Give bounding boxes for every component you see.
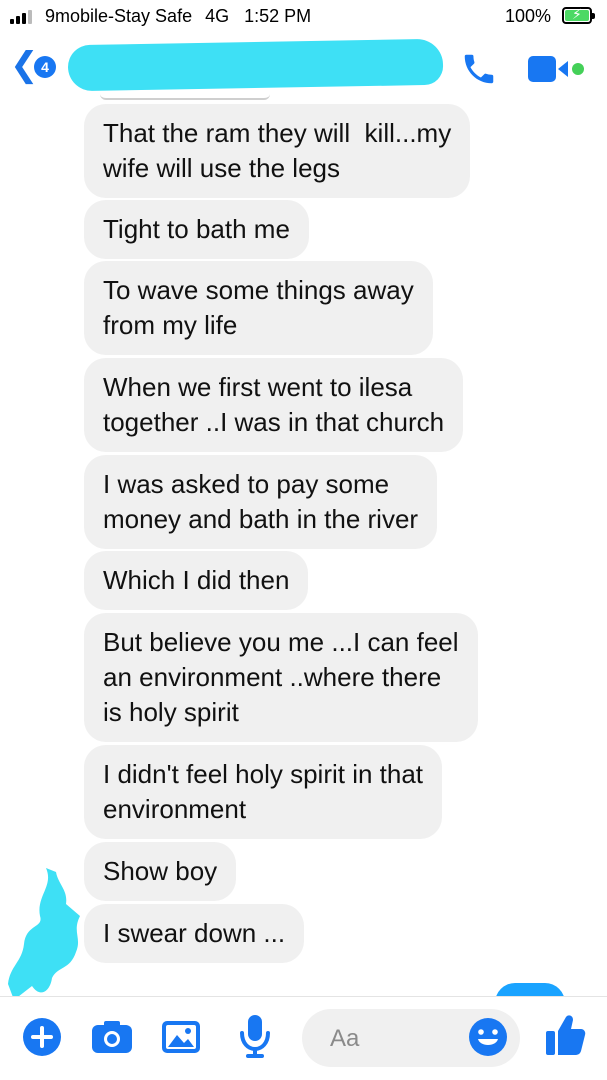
message-bubble[interactable]: When we first went to ilesa together ..I… <box>84 358 464 452</box>
message-bubble[interactable]: Tight to bath me <box>84 200 309 259</box>
message-bubble[interactable]: To wave some things away from my life <box>84 261 433 355</box>
microphone-icon[interactable] <box>238 1013 272 1059</box>
message-bubble[interactable]: That the ram they will kill...my wife wi… <box>84 104 471 198</box>
battery-percent: 100% <box>505 6 552 26</box>
photo-icon[interactable] <box>160 1019 202 1055</box>
message-bubble[interactable]: I swear down ... <box>84 904 305 963</box>
redacted-avatar <box>8 868 80 1000</box>
plus-icon[interactable] <box>22 1017 62 1057</box>
message-thread[interactable]: That the ram they will kill...my wife wi… <box>0 94 607 994</box>
signal-strength-icon <box>10 10 36 24</box>
message-composer: Aa <box>0 996 607 1080</box>
carrier-name: 9mobile-Stay Safe <box>45 6 193 26</box>
message-input-placeholder: Aa <box>330 1025 360 1052</box>
message-bubble[interactable]: I was asked to pay some money and bath i… <box>84 455 438 549</box>
message-bubble[interactable]: Which I did then <box>84 551 309 610</box>
emoji-icon[interactable] <box>468 1017 508 1057</box>
phone-call-icon[interactable] <box>460 50 498 88</box>
message-bubble[interactable]: But believe you me ...I can feel an envi… <box>84 613 478 742</box>
battery-charging-icon: ⚡ <box>562 7 595 24</box>
redacted-contact-name <box>67 38 444 92</box>
status-bar: 9mobile-Stay Safe 4G 1:52 PM 100% ⚡ <box>0 0 607 34</box>
conversation-header: ❮ 4 <box>0 34 607 94</box>
unread-count-badge[interactable]: 4 <box>34 56 56 78</box>
clock-time: 1:52 PM <box>244 6 312 26</box>
network-type: 4G <box>205 6 230 26</box>
message-bubble[interactable]: Show boy <box>84 842 237 901</box>
thread-timestamp-partial <box>100 94 270 100</box>
video-call-icon[interactable] <box>528 54 584 84</box>
thumbs-up-icon[interactable] <box>544 1013 586 1057</box>
message-bubble[interactable]: I didn't feel holy spirit in that enviro… <box>84 745 443 839</box>
camera-icon[interactable] <box>90 1019 134 1055</box>
